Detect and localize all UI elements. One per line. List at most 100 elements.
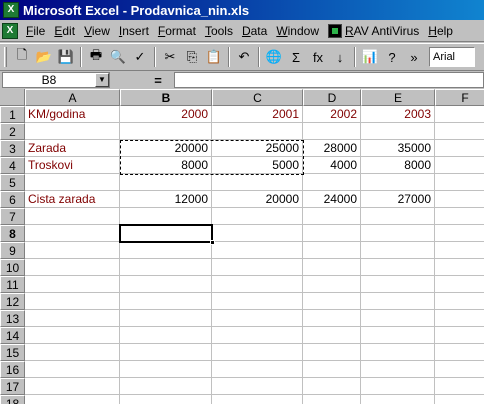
cell-b13[interactable] — [120, 310, 212, 327]
cell-d5[interactable] — [303, 174, 361, 191]
cell-f13[interactable] — [435, 310, 484, 327]
cell-e5[interactable] — [361, 174, 435, 191]
cell-a3[interactable]: Zarada — [25, 140, 120, 157]
cell-b15[interactable] — [120, 344, 212, 361]
cell-a17[interactable] — [25, 378, 120, 395]
row-header-12[interactable]: 12 — [0, 293, 25, 310]
cell-a18[interactable] — [25, 395, 120, 404]
cell-e15[interactable] — [361, 344, 435, 361]
cell-e11[interactable] — [361, 276, 435, 293]
cell-c12[interactable] — [212, 293, 303, 310]
cell-a14[interactable] — [25, 327, 120, 344]
cell-f9[interactable] — [435, 242, 484, 259]
cell-e3[interactable]: 35000 — [361, 140, 435, 157]
row-header-6[interactable]: 6 — [0, 191, 25, 208]
menu-edit[interactable]: Edit — [50, 21, 80, 41]
row-header-2[interactable]: 2 — [0, 123, 25, 140]
column-header-e[interactable]: E — [361, 89, 435, 106]
cell-d4[interactable]: 4000 — [303, 157, 361, 174]
cell-e1[interactable]: 2003 — [361, 106, 435, 123]
paste-function-icon[interactable]: fx — [307, 46, 329, 68]
row-header-5[interactable]: 5 — [0, 174, 25, 191]
cell-f11[interactable] — [435, 276, 484, 293]
cut-icon[interactable]: ✂ — [159, 46, 181, 68]
cell-c14[interactable] — [212, 327, 303, 344]
name-box[interactable]: B8 ▼ — [2, 72, 110, 88]
menu-format[interactable]: Format — [154, 21, 201, 41]
worksheet-grid[interactable]: ABCDEF 1 KM/godina 2000 2001 2002 2003 2 3 Zarad… — [0, 89, 484, 404]
cell-b16[interactable] — [120, 361, 212, 378]
cell-b8[interactable] — [120, 225, 212, 242]
cell-b18[interactable] — [120, 395, 212, 404]
menu-data[interactable]: Data — [238, 21, 272, 41]
cell-c9[interactable] — [212, 242, 303, 259]
cell-e18[interactable] — [361, 395, 435, 404]
sort-ascending-icon[interactable]: ↓ — [329, 46, 351, 68]
formula-input[interactable] — [174, 72, 484, 88]
cell-d10[interactable] — [303, 259, 361, 276]
cell-c7[interactable] — [212, 208, 303, 225]
cell-d1[interactable]: 2002 — [303, 106, 361, 123]
cell-a8[interactable] — [25, 225, 120, 242]
cell-f16[interactable] — [435, 361, 484, 378]
chart-wizard-icon[interactable]: 📊 — [359, 46, 381, 68]
row-header-10[interactable]: 10 — [0, 259, 25, 276]
cell-c10[interactable] — [212, 259, 303, 276]
row-header-7[interactable]: 7 — [0, 208, 25, 225]
cell-a1[interactable]: KM/godina — [25, 106, 120, 123]
cell-f6[interactable] — [435, 191, 484, 208]
cell-b7[interactable] — [120, 208, 212, 225]
menu-rav-antivirus[interactable]: RAV AntiVirus — [324, 21, 424, 41]
cell-a10[interactable] — [25, 259, 120, 276]
open-icon[interactable]: 📂 — [33, 46, 55, 68]
toolbar-grip[interactable] — [4, 47, 7, 67]
cell-e9[interactable] — [361, 242, 435, 259]
cell-c2[interactable] — [212, 123, 303, 140]
column-header-d[interactable]: D — [303, 89, 361, 106]
row-header-1[interactable]: 1 — [0, 106, 25, 123]
cell-b17[interactable] — [120, 378, 212, 395]
row-header-8[interactable]: 8 — [0, 225, 25, 242]
row-header-16[interactable]: 16 — [0, 361, 25, 378]
cell-f10[interactable] — [435, 259, 484, 276]
cell-a13[interactable] — [25, 310, 120, 327]
cell-c13[interactable] — [212, 310, 303, 327]
cell-c6[interactable]: 20000 — [212, 191, 303, 208]
cell-d3[interactable]: 28000 — [303, 140, 361, 157]
cell-d2[interactable] — [303, 123, 361, 140]
cell-d9[interactable] — [303, 242, 361, 259]
row-header-15[interactable]: 15 — [0, 344, 25, 361]
edit-formula-button[interactable]: = — [148, 73, 168, 88]
row-header-14[interactable]: 14 — [0, 327, 25, 344]
cell-b4[interactable]: 8000 — [120, 157, 212, 174]
cell-d16[interactable] — [303, 361, 361, 378]
more-buttons-icon[interactable]: » — [403, 46, 425, 68]
cell-f15[interactable] — [435, 344, 484, 361]
cell-c15[interactable] — [212, 344, 303, 361]
cell-c11[interactable] — [212, 276, 303, 293]
cell-b6[interactable]: 12000 — [120, 191, 212, 208]
cell-f4[interactable] — [435, 157, 484, 174]
cell-e17[interactable] — [361, 378, 435, 395]
cell-f14[interactable] — [435, 327, 484, 344]
cell-e4[interactable]: 8000 — [361, 157, 435, 174]
cell-c18[interactable] — [212, 395, 303, 404]
menu-help[interactable]: Help — [424, 21, 458, 41]
cell-b2[interactable] — [120, 123, 212, 140]
cell-f1[interactable] — [435, 106, 484, 123]
cell-f3[interactable] — [435, 140, 484, 157]
row-header-4[interactable]: 4 — [0, 157, 25, 174]
cell-b10[interactable] — [120, 259, 212, 276]
cell-a6[interactable]: Cista zarada — [25, 191, 120, 208]
row-header-11[interactable]: 11 — [0, 276, 25, 293]
column-header-f[interactable]: F — [435, 89, 484, 106]
cell-c16[interactable] — [212, 361, 303, 378]
cell-b9[interactable] — [120, 242, 212, 259]
cell-e2[interactable] — [361, 123, 435, 140]
copy-icon[interactable]: ⎘ — [181, 46, 203, 68]
row-header-17[interactable]: 17 — [0, 378, 25, 395]
cell-c4[interactable]: 5000 — [212, 157, 303, 174]
cell-d8[interactable] — [303, 225, 361, 242]
row-header-13[interactable]: 13 — [0, 310, 25, 327]
row-header-3[interactable]: 3 — [0, 140, 25, 157]
